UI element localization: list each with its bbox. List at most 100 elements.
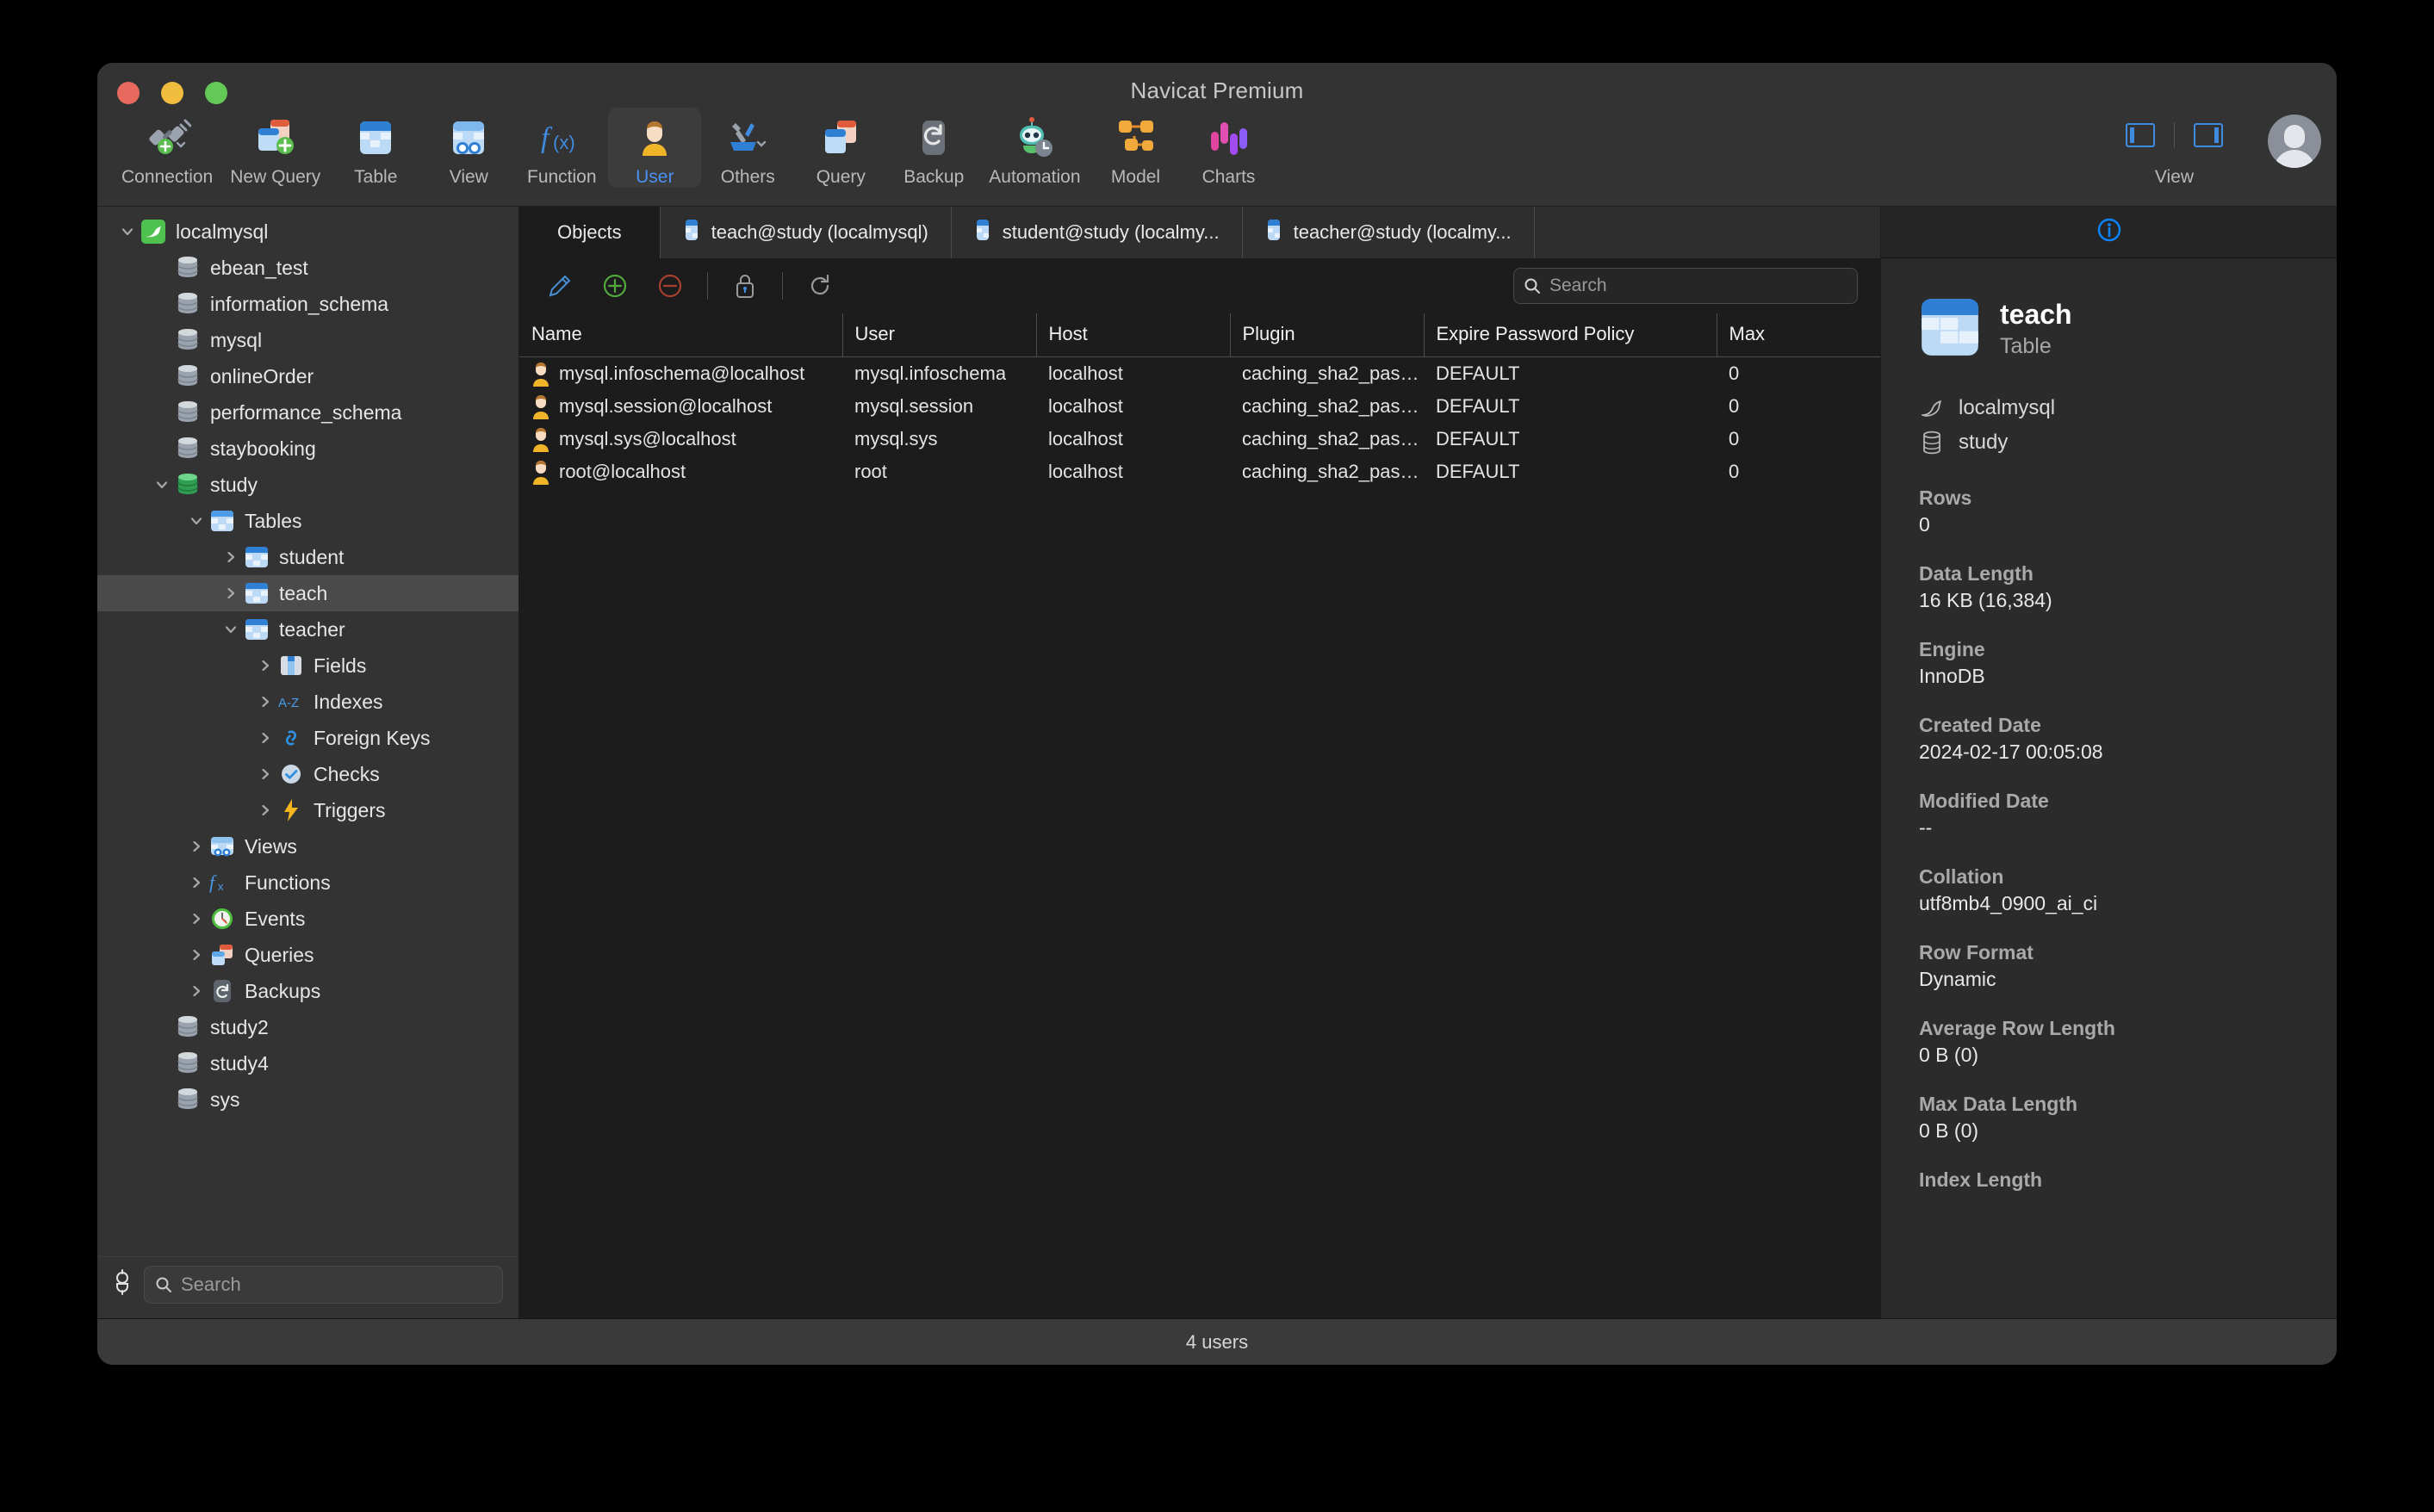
tree-item-checks[interactable]: Checks: [97, 756, 518, 792]
info-circle-icon[interactable]: [2096, 216, 2123, 248]
chevron-right-icon[interactable]: [254, 730, 276, 746]
toggle-left-sidebar-button[interactable]: [2126, 123, 2155, 147]
column-header-expire-password-policy[interactable]: Expire Password Policy: [1424, 313, 1717, 357]
user-list[interactable]: Name User Host Plugin Expire Password Policy…: [519, 313, 1880, 1318]
chevron-right-icon[interactable]: [185, 911, 208, 926]
column-header-max[interactable]: Max: [1717, 313, 1880, 357]
chevron-down-icon[interactable]: [185, 513, 208, 529]
tab-objects[interactable]: Objects: [519, 207, 661, 258]
tree-item-events[interactable]: Events: [97, 901, 518, 937]
avatar[interactable]: [2268, 115, 2321, 168]
tree-item-triggers[interactable]: Triggers: [97, 792, 518, 828]
tree-item-fields[interactable]: Fields: [97, 648, 518, 684]
tree-item-views[interactable]: Views: [97, 828, 518, 864]
tree-item-study4[interactable]: study4: [97, 1045, 518, 1081]
pencil-icon: [549, 275, 571, 297]
chevron-right-icon[interactable]: [185, 875, 208, 890]
cell-max: 0: [1729, 394, 1740, 417]
chevron-right-icon[interactable]: [254, 694, 276, 710]
object-search-input[interactable]: Search: [1513, 268, 1858, 304]
table-blue-icon: [242, 617, 271, 642]
toolbar-button-view[interactable]: View: [422, 108, 515, 188]
tree-item-performance-schema[interactable]: performance_schema: [97, 394, 518, 431]
tree-item-label: performance_schema: [210, 400, 402, 424]
chevron-down-icon[interactable]: [116, 224, 139, 239]
toolbar-button-query[interactable]: Query: [794, 108, 887, 188]
privileges-button[interactable]: [727, 268, 763, 304]
table-row[interactable]: mysql.infoschema@localhost mysql.infosche…: [519, 356, 1880, 390]
edit-user-button[interactable]: [542, 268, 578, 304]
table-row[interactable]: mysql.sys@localhost mysql.sys localhost cac…: [519, 423, 1880, 455]
chevron-right-icon[interactable]: [254, 658, 276, 673]
table-row[interactable]: root@localhost root localhost caching_sha2_…: [519, 455, 1880, 488]
tree-item-localmysql[interactable]: localmysql: [97, 214, 518, 250]
functions-fx-icon: fx: [208, 870, 237, 895]
property-key: Collation: [1919, 865, 2004, 888]
tab-teach[interactable]: teach@study (localmysql): [661, 207, 952, 258]
tree-item-teach[interactable]: teach: [97, 575, 518, 611]
cell-user: mysql.session: [854, 394, 974, 417]
sidebar-search-input[interactable]: Search: [144, 1265, 503, 1304]
column-header-name[interactable]: Name: [519, 313, 843, 357]
navigation-tree[interactable]: localmysql ebean_test information_schema my…: [97, 207, 518, 1256]
tree-item-backups[interactable]: Backups: [97, 973, 518, 1009]
tree-item-study[interactable]: study: [97, 467, 518, 503]
status-bar: 4 users: [97, 1318, 2337, 1365]
info-object-type: Table: [2000, 333, 2052, 358]
chevron-right-icon[interactable]: [185, 947, 208, 963]
chevron-right-icon[interactable]: [254, 802, 276, 818]
chevron-down-icon[interactable]: [151, 477, 173, 493]
chevron-right-icon[interactable]: [254, 766, 276, 782]
triggers-icon: [276, 797, 306, 823]
tree-item-mysql[interactable]: mysql: [97, 322, 518, 358]
chevron-right-icon[interactable]: [185, 983, 208, 999]
toolbar-button-connection[interactable]: Connection: [113, 108, 221, 188]
connection-status-icon[interactable]: [113, 1269, 132, 1299]
tree-item-staybooking[interactable]: staybooking: [97, 431, 518, 467]
toolbar-button-others[interactable]: Others: [701, 108, 794, 188]
toolbar-button-model[interactable]: Model: [1090, 108, 1183, 188]
table-body[interactable]: mysql.infoschema@localhost mysql.infosche…: [519, 356, 1880, 488]
chevron-right-icon[interactable]: [220, 586, 242, 601]
toolbar-button-function[interactable]: f (x) Function: [515, 108, 608, 188]
tables-icon: [208, 508, 237, 534]
tab-bar-filler: [1534, 207, 1880, 258]
toolbar-button-charts[interactable]: Charts: [1183, 108, 1276, 188]
tree-item-study2[interactable]: study2: [97, 1009, 518, 1045]
column-header-plugin[interactable]: Plugin: [1230, 313, 1425, 357]
tree-item-queries[interactable]: Queries: [97, 937, 518, 973]
column-header-user[interactable]: User: [842, 313, 1037, 357]
tree-item-foreign-keys[interactable]: Foreign Keys: [97, 720, 518, 756]
chevron-right-icon[interactable]: [220, 549, 242, 565]
tab-teacher[interactable]: teacher@study (localmy...: [1243, 207, 1535, 258]
toolbar-button-table[interactable]: Table: [329, 108, 422, 188]
add-user-button[interactable]: [597, 268, 633, 304]
indexes-az-icon: A-Z: [276, 689, 306, 715]
tree-item-functions[interactable]: f x Functions: [97, 864, 518, 901]
delete-user-button[interactable]: [652, 268, 688, 304]
column-header-host[interactable]: Host: [1036, 313, 1231, 357]
tree-item-indexes[interactable]: A-Z Indexes: [97, 684, 518, 720]
toolbar-button-automation[interactable]: Automation: [980, 108, 1089, 188]
tree-item-student[interactable]: student: [97, 539, 518, 575]
toolbar-button-backup[interactable]: Backup: [887, 108, 980, 188]
tree-item-sys[interactable]: sys: [97, 1081, 518, 1118]
tab-label: teach@study (localmysql): [711, 221, 928, 243]
toggle-right-panel-button[interactable]: [2194, 123, 2223, 147]
chevron-down-icon[interactable]: [220, 622, 242, 637]
tree-item-information-schema[interactable]: information_schema: [97, 286, 518, 322]
tree-item-tables[interactable]: Tables: [97, 503, 518, 539]
tree-item-teacher[interactable]: teacher: [97, 611, 518, 648]
chevron-right-icon[interactable]: [185, 839, 208, 854]
tree-item-onlineorder[interactable]: onlineOrder: [97, 358, 518, 394]
table-row[interactable]: mysql.session@localhost mysql.session loca…: [519, 390, 1880, 423]
tab-bar[interactable]: Objects teach@study (localmysql) student@s…: [519, 207, 1880, 258]
tree-item-ebean-test[interactable]: ebean_test: [97, 250, 518, 286]
view-icon: [444, 113, 494, 163]
object-search-placeholder: Search: [1549, 276, 1607, 295]
toolbar-button-user[interactable]: User: [608, 108, 702, 188]
refresh-button[interactable]: [802, 268, 838, 304]
toolbar-button-new-query[interactable]: New Query: [221, 108, 329, 188]
tab-student[interactable]: student@study (localmy...: [952, 207, 1243, 258]
table-icon: [351, 113, 400, 163]
